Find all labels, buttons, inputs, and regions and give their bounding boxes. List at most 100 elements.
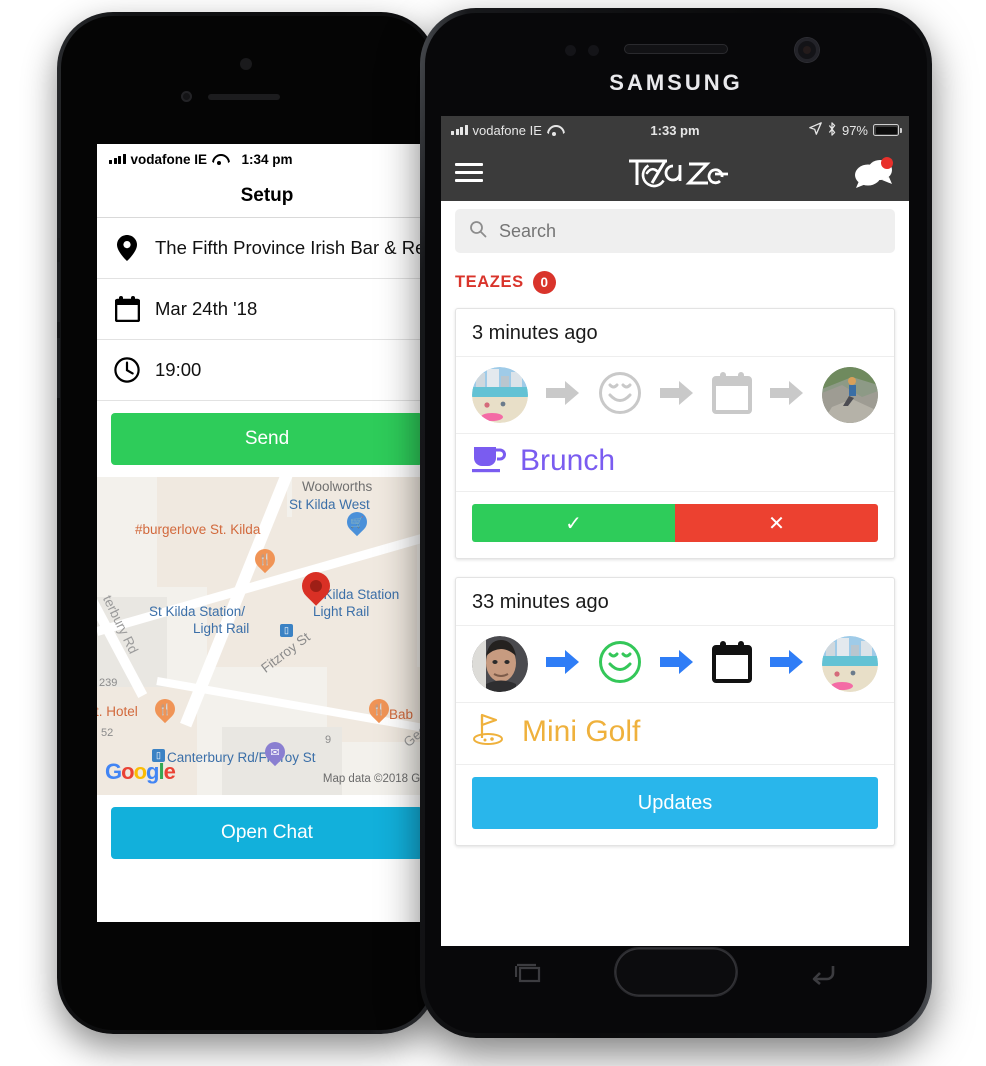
iphone-mute-switch[interactable] [57, 204, 60, 238]
screenshot-stage: vodafone IE 1:34 pm Setup The Fifth Prov… [0, 0, 986, 1066]
iphone-proximity-sensor-icon [240, 58, 252, 70]
wifi-icon [212, 154, 226, 165]
card-title-label: Mini Golf [522, 714, 641, 748]
grey-calendar-icon [712, 371, 752, 419]
clock-icon [113, 357, 141, 383]
status-left: vodafone IE [109, 152, 226, 167]
shopping-pin-icon[interactable]: 🛒 [342, 507, 372, 537]
status-right: 97% [809, 121, 902, 139]
man-portrait-avatar[interactable] [472, 636, 528, 692]
card-actions: ✓ ✕ [456, 492, 894, 558]
map-label: 239 [99, 677, 118, 689]
android-status-bar: vodafone IE 1:33 pm 97% [441, 116, 909, 144]
teaze-card[interactable]: 33 minutes ago Mini Golf Updates [455, 577, 895, 846]
iphone-screen: vodafone IE 1:34 pm Setup The Fifth Prov… [97, 144, 437, 922]
carrier-label: vodafone IE [130, 151, 208, 167]
samsung-front-camera-icon [795, 38, 819, 62]
decline-button[interactable]: ✕ [675, 504, 878, 542]
card-title-row: Mini Golf [456, 703, 894, 765]
send-button[interactable]: Send [111, 413, 423, 465]
map-label: #burgerlove St. Kilda [135, 522, 261, 537]
setup-row-time[interactable]: 19:00 [97, 340, 437, 401]
samsung-screen: vodafone IE 1:33 pm 97% Search TEAZES 0 … [441, 116, 909, 946]
map-label: Woolworths [302, 479, 373, 494]
battery-percent-label: 97% [841, 122, 868, 138]
map-label: Canterbury Rd/Fitzroy St [167, 750, 316, 765]
blue-arrow-icon [546, 648, 580, 681]
teaze-logo-icon [629, 159, 728, 187]
google-logo: Google [105, 759, 176, 784]
samsung-brand-label: SAMSUNG [609, 70, 743, 95]
hiker-photo-avatar[interactable] [822, 367, 878, 423]
battery-icon [873, 124, 902, 136]
page-title: Setup [97, 174, 437, 218]
black-calendar-icon [712, 640, 752, 688]
iphone-volume-down-button[interactable] [57, 338, 60, 398]
setup-row-date[interactable]: Mar 24th '18 [97, 279, 437, 340]
samsung-iris-sensor-icon [565, 45, 576, 56]
accept-button[interactable]: ✓ [472, 504, 675, 542]
time-value: 19:00 [155, 359, 202, 380]
teazes-label: TEAZES [455, 273, 524, 291]
signal-bars-icon [109, 154, 126, 164]
search-bar-container [441, 201, 909, 261]
samsung-device: SAMSUNG vodafone IE 1:33 pm 97% Search T… [420, 8, 932, 1038]
restaurant-pin-icon[interactable]: 🍴 [250, 544, 280, 574]
open-chat-button[interactable]: Open Chat [111, 807, 423, 859]
transit-station-icon: ▯ [280, 624, 293, 637]
restaurant-pin-icon[interactable]: 🍴 [364, 694, 394, 724]
search-input[interactable] [499, 220, 881, 242]
bluetooth-icon [827, 121, 837, 139]
app-logo [441, 153, 909, 193]
teazes-count-badge: 0 [532, 271, 556, 294]
beach-photo-avatar[interactable] [472, 367, 528, 423]
map-label: 52 [101, 727, 114, 739]
card-timestamp: 33 minutes ago [456, 578, 894, 626]
samsung-home-button[interactable] [615, 948, 737, 996]
map-label: St Kilda West [289, 497, 370, 512]
card-title-row: Brunch [456, 434, 894, 492]
beach-photo-avatar[interactable] [822, 636, 878, 692]
samsung-back-button[interactable] [809, 962, 837, 986]
map-label: St Kilda Station/ [149, 604, 246, 619]
teazes-section-header: TEAZES 0 [441, 261, 909, 300]
search-box[interactable] [455, 209, 895, 253]
setup-row-location[interactable]: The Fifth Province Irish Bar & Re [97, 218, 437, 279]
samsung-earpiece-speaker [624, 44, 728, 54]
map-label: Bab [389, 707, 414, 722]
golf-flag-icon [472, 712, 508, 751]
grey-smiley-icon [598, 371, 642, 420]
calendar-icon [113, 296, 141, 322]
card-timestamp: 3 minutes ago [456, 309, 894, 357]
iphone-earpiece-speaker [208, 94, 280, 100]
map-label: t. Hotel [97, 704, 138, 719]
map-view[interactable]: Woolworths St Kilda West #burgerlove St.… [97, 477, 437, 795]
blue-arrow-icon [770, 648, 804, 681]
location-arrow-icon [809, 122, 822, 138]
app-toolbar [441, 144, 909, 201]
teaze-feed: 3 minutes ago Brunch ✓ ✕ 33 minutes ago … [441, 300, 909, 878]
hamburger-menu-icon[interactable] [455, 163, 483, 182]
location-pin-icon [113, 235, 141, 261]
samsung-recents-button[interactable] [514, 962, 543, 986]
iphone-device: vodafone IE 1:34 pm Setup The Fifth Prov… [57, 12, 437, 1034]
green-smiley-icon [598, 640, 642, 689]
grey-arrow-icon [546, 379, 580, 412]
mail-pin-icon[interactable]: ✉ [260, 737, 290, 767]
map-attribution: Map data ©2018 Goo [322, 773, 433, 785]
card-flow-row [456, 357, 894, 434]
map-label: 9 [325, 734, 332, 746]
blue-arrow-icon [660, 648, 694, 681]
date-value: Mar 24th '18 [155, 298, 258, 319]
card-flow-row [456, 626, 894, 703]
search-icon [469, 220, 487, 243]
updates-button[interactable]: Updates [472, 777, 878, 829]
restaurant-pin-icon[interactable]: 🍴 [150, 694, 180, 724]
samsung-proximity-sensor-icon [588, 45, 599, 56]
map-label: Light Rail [313, 604, 370, 619]
location-value: The Fifth Province Irish Bar & Re [155, 237, 426, 258]
teaze-card[interactable]: 3 minutes ago Brunch ✓ ✕ [455, 308, 895, 559]
iphone-volume-up-button[interactable] [57, 262, 60, 322]
card-title-label: Brunch [520, 443, 616, 477]
chat-bubble-icon[interactable] [853, 156, 895, 190]
